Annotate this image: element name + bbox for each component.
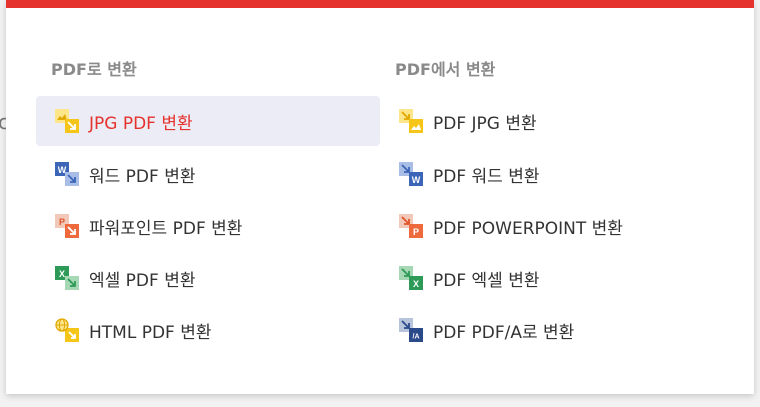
menu-item-label: PDF 엑셀 변환 [433,270,540,291]
menu-item-jpg-to-pdf[interactable]: JPG PDF 변환 [36,96,380,146]
svg-text:P: P [59,217,65,227]
jpg-to-pdf-icon [55,109,79,133]
menu-item-pdf-to-pdfa[interactable]: /A PDF PDF/A로 변환 [380,305,724,355]
powerpoint-to-pdf-icon: P [55,214,79,238]
menu-item-label: 파워포인트 PDF 변환 [89,218,243,239]
pdf-to-jpg-icon [399,109,423,133]
word-to-pdf-icon: W [55,162,79,186]
from-pdf-heading: PDF에서 변환 [395,60,496,79]
menu-item-label: 엑셀 PDF 변환 [89,270,196,291]
menu-item-label: 워드 PDF 변환 [89,166,196,187]
pdf-to-excel-icon: X [399,266,423,290]
menu-item-pdf-to-powerpoint[interactable]: P PDF POWERPOINT 변환 [380,201,724,251]
menu-item-word-to-pdf[interactable]: W 워드 PDF 변환 [36,149,380,199]
menu-item-label: PDF POWERPOINT 변환 [433,218,623,239]
to-pdf-heading: PDF로 변환 [51,60,137,79]
menu-item-pdf-to-jpg[interactable]: PDF JPG 변환 [380,96,724,146]
pdf-to-powerpoint-icon: P [399,214,423,238]
pdf-to-pdfa-icon: /A [399,318,423,342]
menu-item-label: HTML PDF 변환 [89,322,212,343]
html-to-pdf-icon [55,318,79,342]
menu-item-label: PDF 워드 변환 [433,166,540,187]
menu-item-pdf-to-excel[interactable]: X PDF 엑셀 변환 [380,253,724,303]
menu-item-label: PDF PDF/A로 변환 [433,322,575,343]
menu-item-label: PDF JPG 변환 [433,113,537,134]
svg-text:X: X [59,269,65,279]
convert-dropdown-panel: PDF로 변환 JPG PDF 변환 W 워드 PDF 변환 P 파워포인트 P… [6,0,754,394]
menu-item-label: JPG PDF 변환 [89,113,193,134]
accent-top-bar [6,0,754,8]
svg-text:P: P [413,227,419,237]
excel-to-pdf-icon: X [55,266,79,290]
menu-item-powerpoint-to-pdf[interactable]: P 파워포인트 PDF 변환 [36,201,380,251]
svg-text:X: X [413,279,419,289]
pdf-to-word-icon: W [399,162,423,186]
svg-text:/A: /A [413,334,420,341]
menu-item-pdf-to-word[interactable]: W PDF 워드 변환 [380,149,724,199]
menu-item-html-to-pdf[interactable]: HTML PDF 변환 [36,305,380,355]
menu-item-excel-to-pdf[interactable]: X 엑셀 PDF 변환 [36,253,380,303]
svg-text:W: W [412,175,421,185]
